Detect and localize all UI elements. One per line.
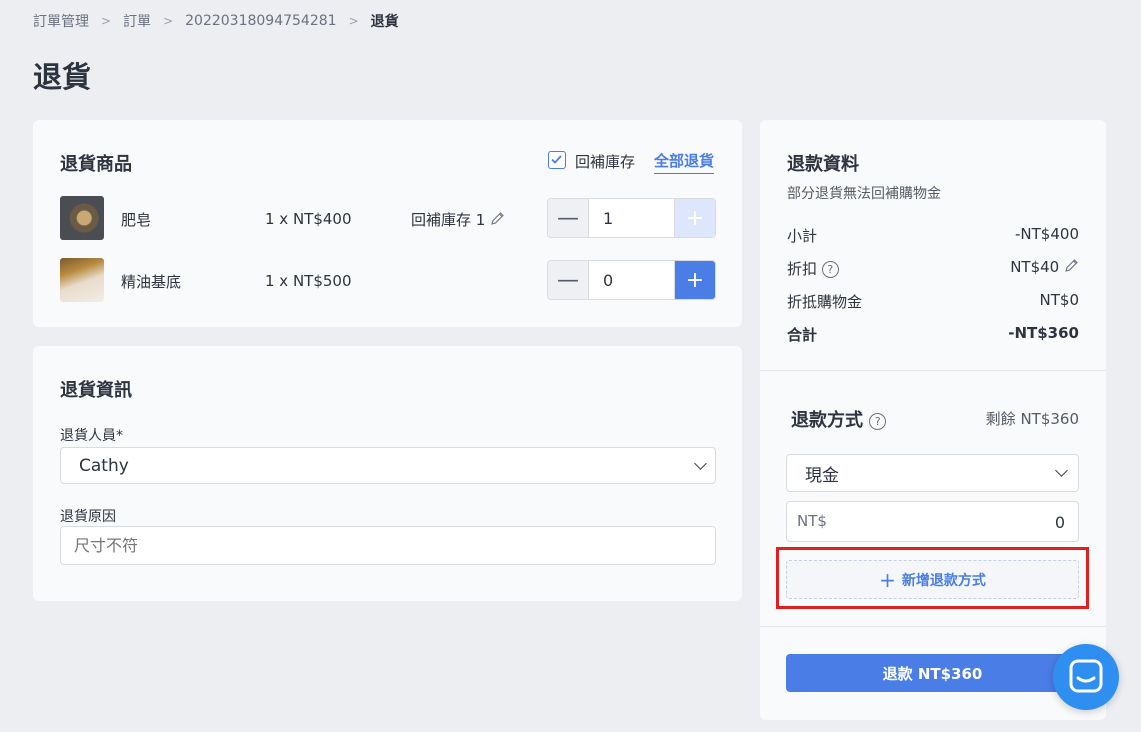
reason-label: 退貨原因 [60,509,116,525]
total-label: 合計 [787,326,818,344]
item-price: 1 x NT$500 [265,272,352,290]
quantity-input[interactable]: 1 [588,199,675,237]
item-name: 肥皂 [121,211,152,229]
restock-count-label: 回補庫存 1 [411,211,486,229]
page-title: 退貨 [33,60,92,94]
decrement-button[interactable]: — [548,199,588,237]
return-items-card: 退貨商品 回補庫存 全部退貨 肥皂 1 x NT$400 回補庫存 1 — 1 … [33,120,742,327]
chat-button[interactable] [1053,644,1119,710]
store-credit-label: 折抵購物金 [787,293,863,311]
refund-amount-field[interactable]: NT$ 0 [786,501,1079,542]
restock-count[interactable]: 回補庫存 1 [411,209,505,230]
add-refund-method-button[interactable]: + 新增退款方式 [786,560,1079,599]
plus-icon: + [879,567,896,592]
breadcrumb-orders[interactable]: 訂單 [123,11,151,31]
chevron-down-icon [694,457,707,470]
staff-select-value: Cathy [79,455,129,476]
pencil-icon[interactable] [490,211,505,226]
quantity-stepper: — 0 + [547,260,716,300]
remaining-amount: 剩餘 NT$360 [985,410,1079,428]
chevron-right-icon: > [101,14,112,28]
reason-input[interactable] [60,526,716,565]
check-icon [551,155,562,164]
discount-value: NT$40 [1010,258,1060,276]
restock-checkbox[interactable] [548,151,566,169]
help-icon[interactable]: ? [821,261,839,278]
chevron-right-icon: > [348,14,359,28]
refund-submit-button[interactable]: 退款 NT$360 [786,654,1079,692]
return-info-title: 退貨資訊 [60,380,132,401]
store-credit-value: NT$0 [1039,291,1079,309]
breadcrumb-order-id[interactable]: 20220318094754281 [185,13,336,29]
subtotal-row: 小計 -NT$400 [787,225,1079,246]
refund-info-title: 退款資料 [787,154,859,175]
breadcrumb-current: 退貨 [370,14,399,30]
store-credit-row: 折抵購物金 NT$0 [787,291,1079,312]
pencil-icon[interactable] [1064,258,1079,273]
return-all-link[interactable]: 全部退貨 [654,150,715,174]
staff-select[interactable]: Cathy [60,447,716,484]
total-value: -NT$360 [1008,324,1079,342]
refund-method-heading: 退款方式 ? [791,406,887,432]
discount-row: 折扣 ? NT$40 [787,258,1079,279]
staff-label: 退貨人員* [60,428,123,444]
breadcrumb: 訂單管理 > 訂單 > 20220318094754281 > 退貨 [33,11,399,31]
subtotal-label: 小計 [787,227,818,245]
refund-card: 退款資料 部分退貨無法回補購物金 小計 -NT$400 折扣 ? NT$40 折… [760,120,1106,720]
decrement-button[interactable]: — [548,261,588,299]
chevron-right-icon: > [163,14,174,28]
product-thumbnail [60,196,104,240]
total-row: 合計 -NT$360 [787,324,1079,345]
discount-label: 折扣 [787,260,818,278]
subtotal-value: -NT$400 [1015,225,1079,243]
refund-amount-value: 0 [1054,513,1065,532]
help-icon[interactable]: ? [869,412,887,430]
return-items-title: 退貨商品 [60,154,132,175]
refund-method-title: 退款方式 [791,410,863,431]
item-name: 精油基底 [121,273,182,291]
divider [760,370,1106,371]
restock-label: 回補庫存 [575,153,636,171]
divider [760,626,1106,627]
quantity-stepper: — 1 + [547,198,716,238]
increment-button[interactable]: + [675,261,715,299]
refund-note: 部分退貨無法回補購物金 [787,186,941,202]
product-thumbnail [60,258,104,302]
refund-method-select[interactable]: 現金 [786,454,1079,492]
increment-button[interactable]: + [675,199,715,237]
currency-prefix: NT$ [797,512,827,530]
quantity-input[interactable]: 0 [588,261,675,299]
refund-method-value: 現金 [805,465,839,486]
item-price: 1 x NT$400 [265,210,352,228]
chevron-down-icon [1055,464,1068,477]
return-info-card: 退貨資訊 退貨人員* Cathy 退貨原因 [33,346,742,601]
add-refund-method-label: 新增退款方式 [901,572,986,589]
chat-icon [1069,659,1103,693]
breadcrumb-orders-management[interactable]: 訂單管理 [33,11,89,31]
